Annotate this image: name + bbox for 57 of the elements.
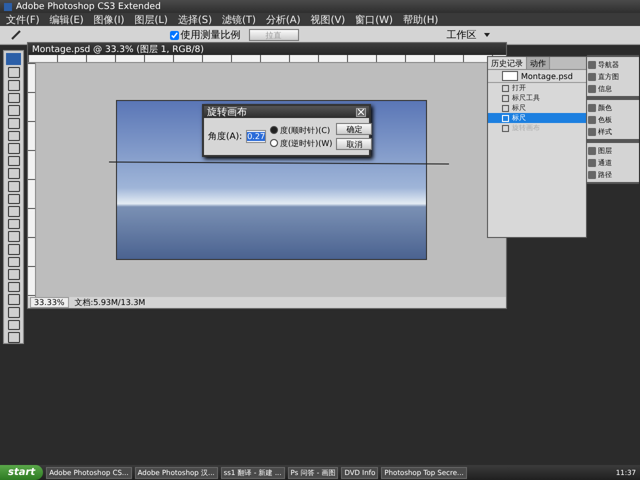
document-info: 文档:5.93M/13.3M [74, 297, 146, 308]
close-button[interactable] [356, 108, 366, 116]
radio-button[interactable] [270, 126, 278, 134]
tool-icon[interactable] [8, 143, 20, 154]
menu-item[interactable]: 视图(V) [310, 12, 346, 26]
tool-icon[interactable] [8, 282, 20, 292]
zoom-field[interactable]: 33.33% [30, 297, 69, 308]
tool-icon[interactable] [8, 294, 20, 306]
menu-item[interactable]: 帮助(H) [402, 12, 438, 26]
menu-item[interactable]: 文件(F) [6, 12, 40, 26]
tool-icon[interactable] [8, 80, 20, 91]
snapshot-thumbnail [502, 71, 518, 81]
tool-icon[interactable] [8, 231, 20, 242]
menu-item[interactable]: 编辑(E) [50, 12, 84, 26]
menu-item[interactable]: 窗口(W) [355, 12, 393, 26]
tool-icon[interactable] [8, 269, 20, 280]
menu-item[interactable]: 图层(L) [134, 12, 168, 26]
checkbox[interactable] [170, 30, 179, 40]
radio-label: 度(顺时针)(C) [280, 124, 330, 136]
menu-item[interactable]: 图像(I) [94, 12, 124, 26]
dialog-button[interactable]: 确定 [336, 123, 372, 135]
angle-label: 角度(A): [208, 130, 242, 143]
app-logo-icon [6, 53, 21, 66]
tool-icon[interactable] [8, 307, 20, 318]
tool-icon[interactable] [8, 320, 20, 330]
panel-tab[interactable]: 历史记录 [488, 57, 527, 69]
tool-icon[interactable] [8, 67, 20, 78]
tool-icon[interactable] [8, 256, 20, 268]
tool-icon[interactable] [8, 92, 20, 104]
tool-icon[interactable] [8, 105, 20, 116]
caret-icon [484, 33, 490, 37]
menu-item[interactable]: 滤镜(T) [222, 12, 256, 26]
menu-item[interactable]: 选择(S) [178, 12, 212, 26]
snapshot-label[interactable]: Montage.psd [521, 72, 573, 80]
angle-field[interactable]: 0.27 [246, 130, 266, 143]
window-title: Adobe Photoshop CS3 Extended [16, 2, 161, 12]
app-icon [4, 2, 12, 10]
tool-icon[interactable] [8, 168, 20, 179]
tool-icon[interactable] [8, 206, 20, 217]
tool-icon[interactable] [8, 180, 20, 192]
radio-label: 度(逆时针)(W) [280, 138, 332, 148]
dialog-button[interactable]: 取消 [336, 138, 372, 150]
start-button[interactable]: start [0, 465, 44, 480]
panel-tab[interactable]: 动作 [527, 57, 550, 69]
radio-button[interactable] [270, 139, 278, 147]
checkbox-label: 使用测量比例 [180, 28, 241, 42]
dialog-title: 旋转画布 [207, 106, 247, 119]
tool-icon[interactable] [8, 194, 20, 204]
tool-icon[interactable] [8, 130, 20, 142]
tool-icon[interactable] [8, 244, 20, 255]
menu-item[interactable]: 分析(A) [266, 12, 301, 26]
tool-icon[interactable] [8, 218, 20, 230]
workspace-menu[interactable]: 工作区 [446, 28, 476, 42]
document-title: Montage.psd @ 33.3% (图层 1, RGB/8) [32, 44, 204, 56]
tool-icon[interactable] [8, 332, 20, 343]
tool-icon[interactable] [8, 118, 20, 128]
tool-icon[interactable] [8, 156, 20, 166]
